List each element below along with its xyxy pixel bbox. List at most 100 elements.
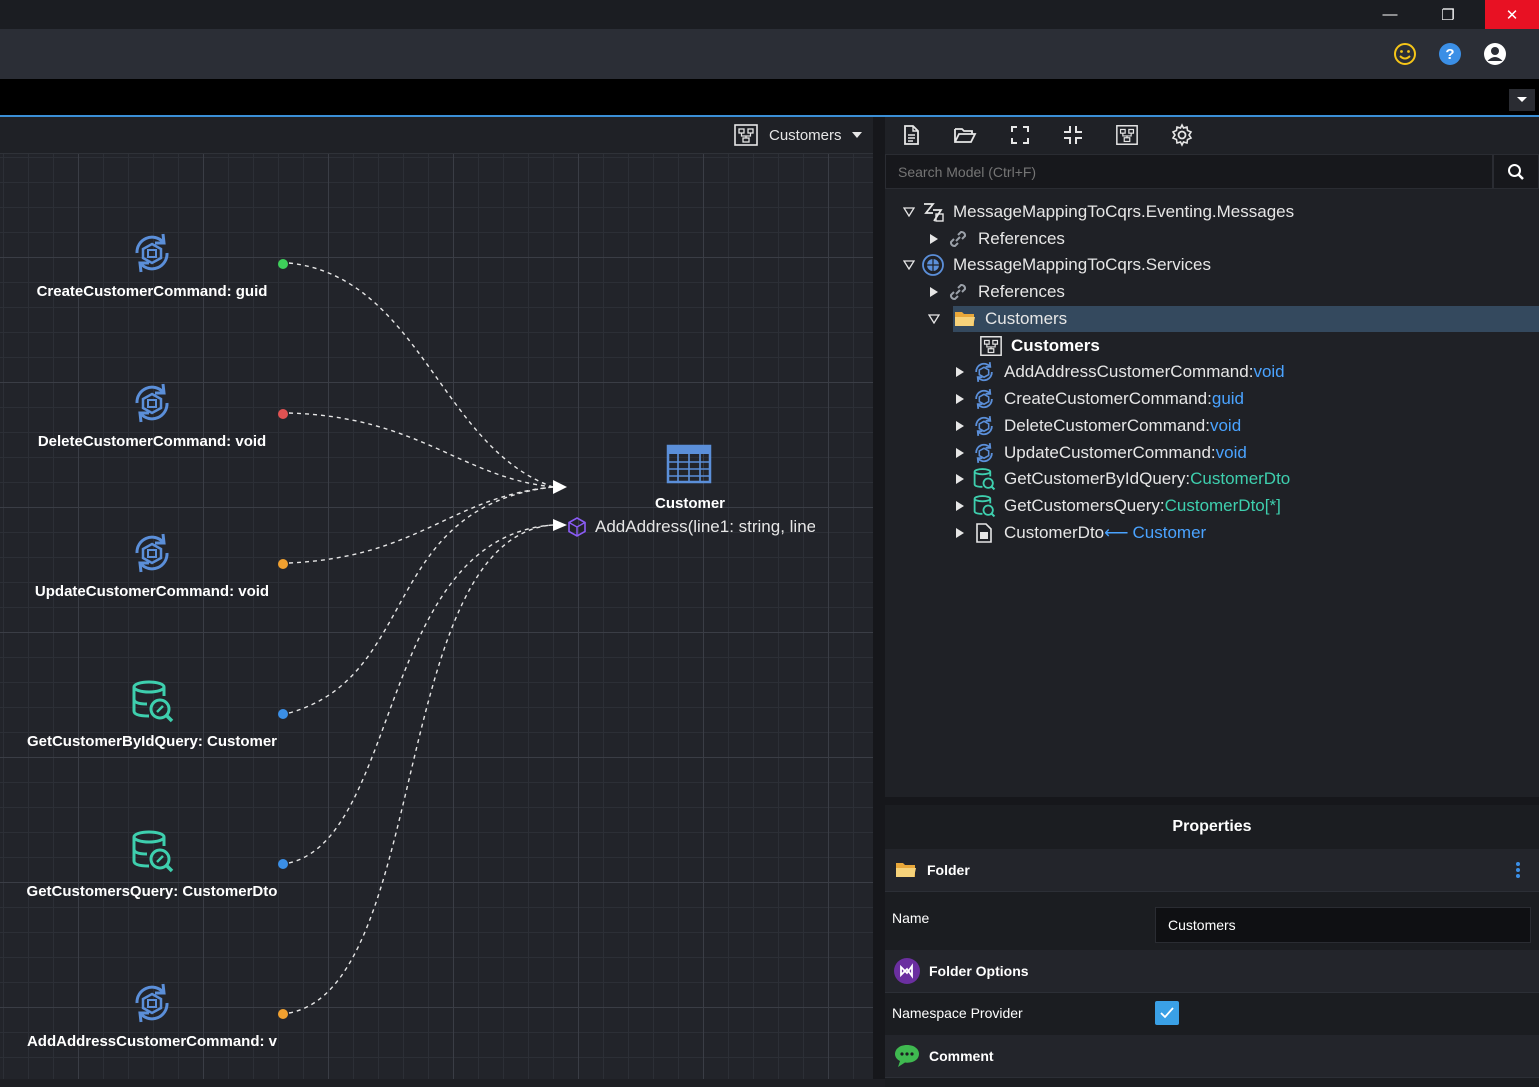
tree-item-add-address-command[interactable]: AddAddressCustomerCommand: void: [948, 359, 1285, 385]
tree-item-services-package[interactable]: MessageMappingToCqrs.Services: [897, 252, 1211, 278]
node-label[interactable]: UpdateCustomerCommand: void: [0, 583, 304, 600]
node-label[interactable]: GetCustomersQuery: CustomerDto: [0, 883, 304, 900]
expander[interactable]: [897, 252, 921, 278]
account-icon[interactable]: [1482, 41, 1508, 67]
section-label: Comment: [929, 1048, 994, 1064]
node-port[interactable]: [276, 407, 290, 421]
caret-right-icon: [930, 287, 938, 297]
tree-item-label: MessageMappingToCqrs.Services: [953, 255, 1211, 274]
tree-item-create-command[interactable]: CreateCustomerCommand: guid: [948, 386, 1244, 412]
command-icon[interactable]: [129, 230, 175, 276]
caret-down-icon: [903, 207, 915, 217]
tree-item-label: GetCustomersQuery:: [1004, 496, 1165, 515]
tree-item-eventing-package[interactable]: MessageMappingToCqrs.Eventing.Messages: [897, 199, 1294, 225]
tree-item-get-customer-by-id-query[interactable]: GetCustomerByIdQuery: CustomerDto: [948, 466, 1290, 492]
command-icon: [975, 388, 993, 410]
close-button[interactable]: ✕: [1485, 0, 1539, 29]
node-label[interactable]: CreateCustomerCommand: guid: [0, 283, 304, 300]
tree-item-customers-diagram[interactable]: Customers: [955, 333, 1100, 359]
command-icon[interactable]: [129, 530, 175, 576]
expand-icon[interactable]: [1008, 123, 1032, 147]
property-label: Namespace Provider: [892, 1005, 1023, 1021]
query-icon[interactable]: [129, 678, 175, 724]
search-icon: [1508, 163, 1524, 180]
model-search-input[interactable]: [885, 154, 1493, 189]
expander[interactable]: [922, 226, 946, 252]
expander[interactable]: [948, 386, 972, 412]
expander[interactable]: [948, 520, 972, 546]
tree-item-delete-command[interactable]: DeleteCustomerCommand: void: [948, 413, 1241, 439]
open-folder-icon[interactable]: [953, 123, 977, 147]
command-icon[interactable]: [129, 380, 175, 426]
more-options-icon[interactable]: [1515, 861, 1521, 879]
node-port[interactable]: [276, 707, 290, 721]
node-port[interactable]: [276, 557, 290, 571]
expander[interactable]: [922, 306, 946, 332]
property-label: Name: [892, 910, 930, 926]
expander[interactable]: [948, 466, 972, 492]
properties-panel: Properties Folder Name Customers Folder …: [885, 797, 1539, 1087]
expander[interactable]: [922, 279, 946, 305]
tree-item-type: void: [1253, 362, 1285, 381]
chevron-down-icon: [1517, 97, 1527, 102]
minimize-button[interactable]: —: [1367, 0, 1413, 29]
caret-right-icon: [956, 528, 964, 538]
expander[interactable]: [897, 199, 921, 225]
name-input[interactable]: Customers: [1155, 907, 1531, 943]
node-port[interactable]: [276, 1007, 290, 1021]
node-label[interactable]: DeleteCustomerCommand: void: [0, 433, 304, 450]
tab-list-dropdown[interactable]: [1509, 89, 1535, 111]
node-port[interactable]: [276, 257, 290, 271]
expander[interactable]: [948, 413, 972, 439]
tree-item-references[interactable]: References: [922, 279, 1065, 305]
property-namespace-row: Namespace Provider: [885, 993, 1539, 1033]
app-toolbar: [0, 29, 1539, 79]
collapse-icon[interactable]: [1061, 123, 1085, 147]
panel-toolbar: [885, 117, 1539, 153]
properties-section-comment[interactable]: Comment: [885, 1035, 1539, 1078]
tree-item-label: AddAddressCustomerCommand:: [1004, 362, 1254, 381]
eventing-package-icon: [924, 203, 944, 222]
command-icon[interactable]: [129, 980, 175, 1026]
node-port[interactable]: [276, 857, 290, 871]
properties-section-folder[interactable]: Folder: [885, 849, 1539, 892]
diagram-canvas[interactable]: Customers CreateCustomerCommand: guid De…: [0, 117, 873, 1079]
entity-icon[interactable]: [666, 444, 712, 484]
smiley-icon[interactable]: [1392, 41, 1418, 67]
tree-item-type: CustomerDto[*]: [1164, 496, 1281, 515]
new-file-icon[interactable]: [899, 123, 923, 147]
folder-icon: [955, 312, 975, 326]
node-label[interactable]: AddAddressCustomerCommand: v: [0, 1033, 304, 1050]
tree-item-label: References: [978, 282, 1065, 301]
caret-right-icon: [956, 367, 964, 377]
restore-button[interactable]: ❐: [1425, 0, 1471, 29]
tree-item-customers-folder[interactable]: Customers: [928, 306, 1539, 332]
tree-item-references[interactable]: References: [922, 226, 1065, 252]
tree-item-update-command[interactable]: UpdateCustomerCommand: void: [948, 440, 1247, 466]
diagram-icon[interactable]: [1115, 123, 1139, 147]
properties-section-folder-options[interactable]: Folder Options: [885, 950, 1539, 993]
property-name-row: Name Customers: [885, 892, 1539, 950]
caret-right-icon: [956, 474, 964, 484]
query-icon[interactable]: [129, 828, 175, 874]
entity-operation[interactable]: AddAddress(line1: string, line2: [595, 517, 815, 539]
settings-icon[interactable]: [1170, 123, 1194, 147]
expander[interactable]: [948, 359, 972, 385]
search-button[interactable]: [1493, 154, 1539, 189]
tree-item-get-customers-query[interactable]: GetCustomersQuery: CustomerDto[*]: [948, 493, 1281, 519]
operation-icon: [568, 517, 586, 537]
tree-item-label: Customers: [1011, 336, 1100, 355]
caret-right-icon: [930, 234, 938, 244]
node-label[interactable]: GetCustomerByIdQuery: Customer: [0, 733, 304, 750]
tree-item-label: References: [978, 229, 1065, 248]
expander[interactable]: [948, 493, 972, 519]
caret-right-icon: [956, 421, 964, 431]
help-icon[interactable]: ?: [1437, 41, 1463, 67]
tree-item-customer-dto[interactable]: CustomerDto ⟵ Customer: [948, 520, 1206, 546]
entity-name[interactable]: Customer: [640, 495, 740, 512]
expander[interactable]: [948, 440, 972, 466]
namespace-provider-checkbox[interactable]: [1155, 1001, 1179, 1025]
tree-item-label: UpdateCustomerCommand:: [1004, 443, 1216, 462]
title-bar: — ❐ ✕: [0, 0, 1539, 29]
panel-splitter[interactable]: [873, 117, 885, 1079]
